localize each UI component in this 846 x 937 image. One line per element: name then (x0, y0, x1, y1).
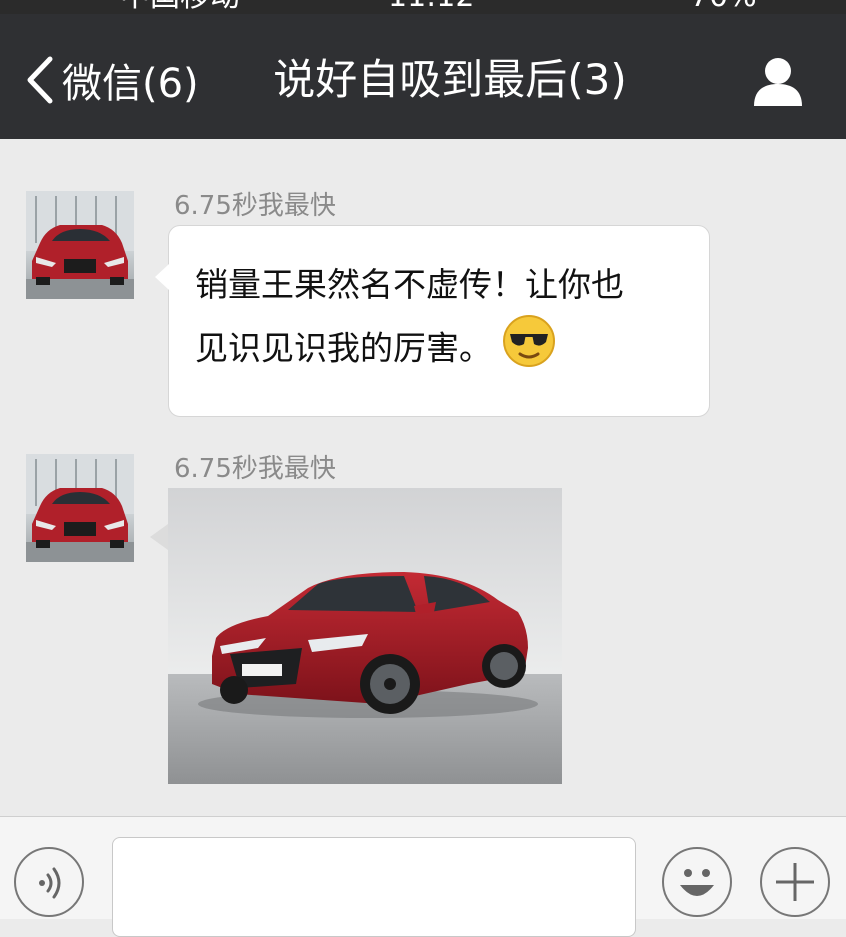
car-avatar-image (26, 454, 134, 562)
chat-title: 说好自吸到最后(3) (273, 55, 627, 104)
plus-icon (776, 863, 814, 901)
voice-icon (39, 867, 61, 899)
chat-header: 微信(6) 说好自吸到最后(3) (0, 14, 846, 139)
voice-button[interactable] (14, 847, 84, 917)
chevron-left-icon (27, 56, 53, 104)
sender-name: 6.75秒我最快 (174, 191, 336, 221)
input-bar (0, 816, 846, 937)
message-input[interactable] (112, 837, 636, 937)
text-bubble[interactable]: 销量王果然名不虚传！让你也 见识见识我的厉害。 (155, 225, 710, 417)
emoji-icon (680, 869, 714, 896)
message-line-2: 见识见识我的厉害。 (195, 314, 683, 386)
message-line-text: 见识见识我的厉害。 (195, 328, 492, 368)
back-button[interactable]: 微信(6) (22, 52, 199, 108)
clock-label: 11:12 (388, 0, 474, 14)
bubble-tail (155, 264, 169, 290)
car-avatar-image (26, 191, 134, 299)
battery-label: 70% (690, 0, 757, 14)
sender-name: 6.75秒我最快 (174, 454, 336, 484)
red-sedan-photo (168, 488, 562, 784)
sunglasses-emoji-icon (502, 314, 556, 386)
carrier-label: 中国移动 (120, 0, 240, 14)
message-line: 销量王果然名不虚传！让你也 (195, 265, 624, 304)
group-info-button[interactable] (748, 52, 808, 112)
avatar[interactable] (26, 191, 134, 299)
avatar[interactable] (26, 454, 134, 562)
person-icon (754, 58, 802, 106)
plus-button[interactable] (760, 847, 830, 917)
image-message[interactable] (168, 488, 562, 784)
emoji-button[interactable] (662, 847, 732, 917)
bubble-tail (150, 524, 168, 550)
status-bar: 中国移动 11:12 70% (0, 0, 846, 14)
back-label: 微信(6) (62, 61, 199, 107)
